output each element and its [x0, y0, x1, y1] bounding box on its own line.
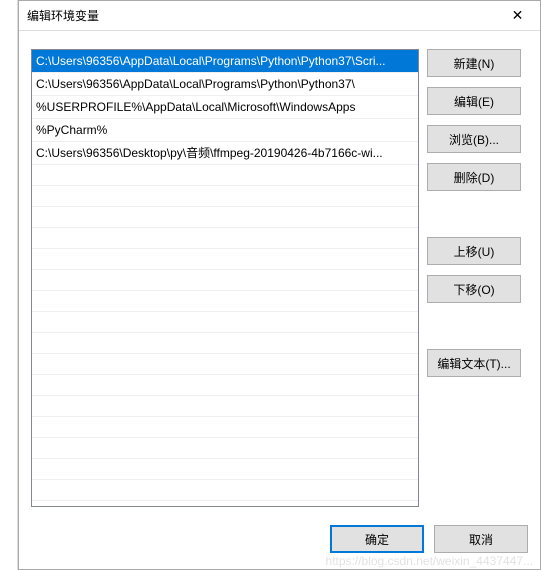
list-item[interactable]: C:\Users\96356\Desktop\py\音频\ffmpeg-2019… — [32, 142, 418, 165]
edit-button[interactable]: 编辑(E) — [427, 87, 521, 115]
cancel-button[interactable]: 取消 — [434, 525, 528, 553]
list-empty-row — [32, 312, 418, 333]
button-column: 新建(N) 编辑(E) 浏览(B)... 删除(D) 上移(U) 下移(O) 编… — [427, 49, 521, 511]
dialog-footer: 确定 取消 — [19, 511, 540, 569]
list-empty-row — [32, 165, 418, 186]
list-empty-row — [32, 354, 418, 375]
list-item[interactable]: %USERPROFILE%\AppData\Local\Microsoft\Wi… — [32, 96, 418, 119]
delete-button[interactable]: 删除(D) — [427, 163, 521, 191]
list-empty-row — [32, 438, 418, 459]
list-item[interactable]: %PyCharm% — [32, 119, 418, 142]
browse-button[interactable]: 浏览(B)... — [427, 125, 521, 153]
list-item[interactable]: C:\Users\96356\AppData\Local\Programs\Py… — [32, 73, 418, 96]
edit-environment-variable-dialog: 编辑环境变量 ✕ C:\Users\96356\AppData\Local\Pr… — [18, 0, 541, 570]
close-icon: ✕ — [512, 7, 524, 24]
list-empty-row — [32, 417, 418, 438]
list-empty-row — [32, 291, 418, 312]
list-empty-row — [32, 480, 418, 501]
edit-text-button[interactable]: 编辑文本(T)... — [427, 349, 521, 377]
ok-button[interactable]: 确定 — [330, 525, 424, 553]
list-empty-row — [32, 333, 418, 354]
background-window-strip — [0, 0, 18, 570]
new-button[interactable]: 新建(N) — [427, 49, 521, 77]
list-empty-row — [32, 270, 418, 291]
list-empty-row — [32, 396, 418, 417]
close-button[interactable]: ✕ — [495, 1, 540, 30]
move-up-button[interactable]: 上移(U) — [427, 237, 521, 265]
move-down-button[interactable]: 下移(O) — [427, 275, 521, 303]
list-empty-row — [32, 459, 418, 480]
list-empty-row — [32, 249, 418, 270]
list-empty-row — [32, 375, 418, 396]
dialog-content: C:\Users\96356\AppData\Local\Programs\Py… — [19, 31, 540, 511]
list-item[interactable]: C:\Users\96356\AppData\Local\Programs\Py… — [32, 50, 418, 73]
list-empty-row — [32, 228, 418, 249]
titlebar: 编辑环境变量 ✕ — [19, 1, 540, 31]
dialog-title: 编辑环境变量 — [27, 7, 99, 24]
list-empty-row — [32, 186, 418, 207]
list-empty-row — [32, 207, 418, 228]
path-listbox[interactable]: C:\Users\96356\AppData\Local\Programs\Py… — [31, 49, 419, 507]
